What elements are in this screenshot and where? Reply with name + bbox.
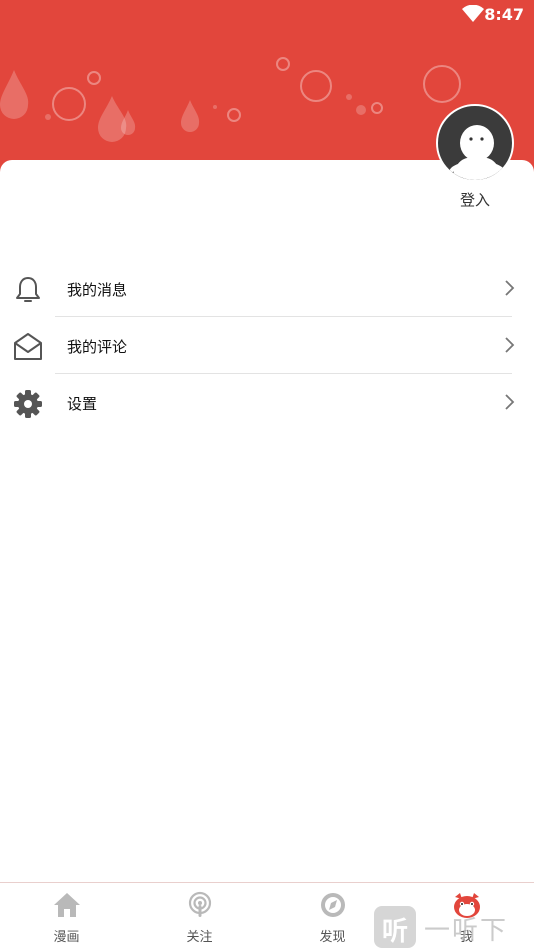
tab-label: 我 [459, 930, 473, 945]
bell-icon [16, 277, 40, 302]
tab-follow[interactable]: 关注 [133, 883, 266, 949]
status-time: 8:47 [484, 5, 524, 24]
chevron-right-icon [505, 280, 515, 296]
menu-item-label: 设置 [67, 395, 98, 413]
envelope-icon [14, 333, 42, 360]
menu-item-comments[interactable]: 我的评论 [0, 317, 534, 374]
menu-item-messages[interactable]: 我的消息 [0, 260, 534, 317]
tab-label: 漫画 [53, 930, 80, 945]
menu-item-label: 我的评论 [67, 338, 128, 356]
tab-comics[interactable]: 漫画 [0, 883, 133, 949]
podcast-icon [188, 891, 211, 917]
menu-item-settings[interactable]: 设置 [0, 374, 534, 431]
tab-discover[interactable]: 发现 [266, 883, 399, 949]
status-bar: 8:47 [0, 0, 534, 30]
tab-label: 发现 [319, 930, 346, 945]
tab-label: 关注 [186, 930, 213, 945]
wifi-icon [462, 5, 484, 22]
settings-menu: 我的消息 我的评论 设置 [0, 260, 534, 431]
mascot-icon [453, 893, 480, 918]
avatar[interactable] [436, 104, 514, 182]
menu-item-label: 我的消息 [67, 281, 128, 299]
home-icon [53, 893, 80, 917]
chevron-right-icon [505, 394, 515, 410]
login-button[interactable]: 登入 [445, 189, 505, 210]
gear-icon [14, 390, 42, 418]
compass-icon [320, 893, 345, 917]
bottom-tab-bar: 漫画 关注 发现 我 [0, 882, 534, 949]
tab-me[interactable]: 我 [400, 883, 533, 949]
chevron-right-icon [505, 337, 515, 353]
